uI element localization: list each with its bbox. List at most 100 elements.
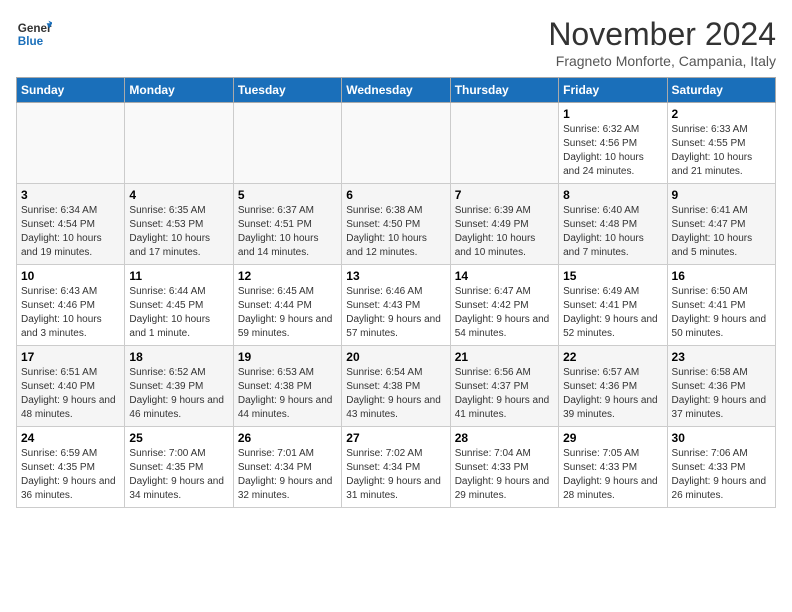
calendar-cell: 1 Sunrise: 6:32 AM Sunset: 4:56 PM Daylig… <box>559 103 667 184</box>
day-info: Sunrise: 6:47 AM Sunset: 4:42 PM Dayligh… <box>455 285 554 341</box>
day-info: Sunrise: 7:05 AM Sunset: 4:33 PM Dayligh… <box>563 447 662 503</box>
calendar-cell: 17Sunrise: 6:51 AM Sunset: 4:40 PM Dayli… <box>17 346 125 427</box>
calendar-cell: 29 Sunrise: 7:05 AM Sunset: 4:33 PM Dayli… <box>559 427 667 508</box>
calendar-cell <box>233 103 341 184</box>
calendar-cell: 10Sunrise: 6:43 AM Sunset: 4:46 PM Dayli… <box>17 265 125 346</box>
day-number: 12 <box>238 269 337 283</box>
location-title: Fragneto Monforte, Campania, Italy <box>548 53 776 69</box>
day-number: 16 <box>672 269 771 283</box>
calendar-cell: 19 Sunrise: 6:53 AM Sunset: 4:38 PM Dayli… <box>233 346 341 427</box>
day-info: Sunrise: 6:40 AM Sunset: 4:48 PM Dayligh… <box>563 204 662 260</box>
day-number: 19 <box>238 350 337 364</box>
day-info: Sunrise: 7:01 AM Sunset: 4:34 PM Dayligh… <box>238 447 337 503</box>
calendar-cell: 23Sunrise: 6:58 AM Sunset: 4:36 PM Dayli… <box>667 346 775 427</box>
calendar-cell: 15Sunrise: 6:49 AM Sunset: 4:41 PM Dayli… <box>559 265 667 346</box>
day-number: 26 <box>238 431 337 445</box>
day-number: 29 <box>563 431 662 445</box>
day-number: 11 <box>129 269 228 283</box>
calendar-week-2: 3 Sunrise: 6:34 AM Sunset: 4:54 PM Daylig… <box>17 184 776 265</box>
calendar-cell: 14 Sunrise: 6:47 AM Sunset: 4:42 PM Dayli… <box>450 265 558 346</box>
day-number: 23 <box>672 350 771 364</box>
day-info: Sunrise: 7:00 AM Sunset: 4:35 PM Dayligh… <box>129 447 228 503</box>
day-info: Sunrise: 6:54 AM Sunset: 4:38 PM Dayligh… <box>346 366 445 422</box>
calendar-cell: 5 Sunrise: 6:37 AM Sunset: 4:51 PM Daylig… <box>233 184 341 265</box>
month-title: November 2024 <box>548 16 776 53</box>
day-info: Sunrise: 6:52 AM Sunset: 4:39 PM Dayligh… <box>129 366 228 422</box>
calendar-week-5: 24 Sunrise: 6:59 AM Sunset: 4:35 PM Dayli… <box>17 427 776 508</box>
calendar-cell <box>125 103 233 184</box>
calendar-cell: 28Sunrise: 7:04 AM Sunset: 4:33 PM Dayli… <box>450 427 558 508</box>
calendar-cell: 9 Sunrise: 6:41 AM Sunset: 4:47 PM Daylig… <box>667 184 775 265</box>
title-area: November 2024 Fragneto Monforte, Campani… <box>548 16 776 69</box>
weekday-header-saturday: Saturday <box>667 78 775 103</box>
day-info: Sunrise: 6:35 AM Sunset: 4:53 PM Dayligh… <box>129 204 228 260</box>
calendar-cell: 30 Sunrise: 7:06 AM Sunset: 4:33 PM Dayli… <box>667 427 775 508</box>
day-info: Sunrise: 6:51 AM Sunset: 4:40 PM Dayligh… <box>21 366 120 422</box>
logo-icon: General Blue <box>16 16 52 52</box>
calendar-cell: 25 Sunrise: 7:00 AM Sunset: 4:35 PM Dayli… <box>125 427 233 508</box>
weekday-header-tuesday: Tuesday <box>233 78 341 103</box>
day-number: 3 <box>21 188 120 202</box>
calendar-cell: 27 Sunrise: 7:02 AM Sunset: 4:34 PM Dayli… <box>342 427 450 508</box>
day-info: Sunrise: 6:43 AM Sunset: 4:46 PM Dayligh… <box>21 285 120 341</box>
weekday-header-thursday: Thursday <box>450 78 558 103</box>
day-number: 21 <box>455 350 554 364</box>
day-number: 1 <box>563 107 662 121</box>
calendar-cell: 20 Sunrise: 6:54 AM Sunset: 4:38 PM Dayli… <box>342 346 450 427</box>
calendar-cell <box>17 103 125 184</box>
day-info: Sunrise: 7:02 AM Sunset: 4:34 PM Dayligh… <box>346 447 445 503</box>
day-number: 7 <box>455 188 554 202</box>
day-number: 22 <box>563 350 662 364</box>
day-number: 8 <box>563 188 662 202</box>
day-number: 27 <box>346 431 445 445</box>
calendar-cell <box>342 103 450 184</box>
calendar-cell: 11Sunrise: 6:44 AM Sunset: 4:45 PM Dayli… <box>125 265 233 346</box>
day-number: 18 <box>129 350 228 364</box>
calendar-cell: 24 Sunrise: 6:59 AM Sunset: 4:35 PM Dayli… <box>17 427 125 508</box>
day-number: 30 <box>672 431 771 445</box>
calendar-cell: 13 Sunrise: 6:46 AM Sunset: 4:43 PM Dayli… <box>342 265 450 346</box>
day-info: Sunrise: 6:56 AM Sunset: 4:37 PM Dayligh… <box>455 366 554 422</box>
calendar-cell: 4 Sunrise: 6:35 AM Sunset: 4:53 PM Daylig… <box>125 184 233 265</box>
day-number: 13 <box>346 269 445 283</box>
weekday-header-wednesday: Wednesday <box>342 78 450 103</box>
day-info: Sunrise: 6:50 AM Sunset: 4:41 PM Dayligh… <box>672 285 771 341</box>
calendar-cell: 18 Sunrise: 6:52 AM Sunset: 4:39 PM Dayli… <box>125 346 233 427</box>
day-number: 6 <box>346 188 445 202</box>
calendar-cell: 6 Sunrise: 6:38 AM Sunset: 4:50 PM Daylig… <box>342 184 450 265</box>
header: General Blue November 2024 Fragneto Monf… <box>16 16 776 69</box>
day-info: Sunrise: 7:06 AM Sunset: 4:33 PM Dayligh… <box>672 447 771 503</box>
calendar-cell: 12 Sunrise: 6:45 AM Sunset: 4:44 PM Dayli… <box>233 265 341 346</box>
day-number: 5 <box>238 188 337 202</box>
day-number: 14 <box>455 269 554 283</box>
day-info: Sunrise: 6:45 AM Sunset: 4:44 PM Dayligh… <box>238 285 337 341</box>
calendar-cell: 21 Sunrise: 6:56 AM Sunset: 4:37 PM Dayli… <box>450 346 558 427</box>
day-number: 28 <box>455 431 554 445</box>
day-info: Sunrise: 6:34 AM Sunset: 4:54 PM Dayligh… <box>21 204 120 260</box>
day-info: Sunrise: 6:53 AM Sunset: 4:38 PM Dayligh… <box>238 366 337 422</box>
day-info: Sunrise: 6:32 AM Sunset: 4:56 PM Dayligh… <box>563 123 662 179</box>
day-info: Sunrise: 6:39 AM Sunset: 4:49 PM Dayligh… <box>455 204 554 260</box>
day-number: 25 <box>129 431 228 445</box>
calendar-week-1: 1 Sunrise: 6:32 AM Sunset: 4:56 PM Daylig… <box>17 103 776 184</box>
calendar-cell <box>450 103 558 184</box>
calendar-cell: 8 Sunrise: 6:40 AM Sunset: 4:48 PM Daylig… <box>559 184 667 265</box>
day-info: Sunrise: 6:59 AM Sunset: 4:35 PM Dayligh… <box>21 447 120 503</box>
logo: General Blue <box>16 16 52 52</box>
day-number: 24 <box>21 431 120 445</box>
calendar-cell: 22 Sunrise: 6:57 AM Sunset: 4:36 PM Dayli… <box>559 346 667 427</box>
day-info: Sunrise: 6:37 AM Sunset: 4:51 PM Dayligh… <box>238 204 337 260</box>
calendar-cell: 16 Sunrise: 6:50 AM Sunset: 4:41 PM Dayli… <box>667 265 775 346</box>
day-info: Sunrise: 6:57 AM Sunset: 4:36 PM Dayligh… <box>563 366 662 422</box>
day-info: Sunrise: 6:33 AM Sunset: 4:55 PM Dayligh… <box>672 123 771 179</box>
day-number: 2 <box>672 107 771 121</box>
day-number: 9 <box>672 188 771 202</box>
day-number: 20 <box>346 350 445 364</box>
calendar-table: SundayMondayTuesdayWednesdayThursdayFrid… <box>16 77 776 508</box>
day-info: Sunrise: 6:38 AM Sunset: 4:50 PM Dayligh… <box>346 204 445 260</box>
weekday-header-sunday: Sunday <box>17 78 125 103</box>
day-info: Sunrise: 6:41 AM Sunset: 4:47 PM Dayligh… <box>672 204 771 260</box>
svg-text:Blue: Blue <box>18 35 44 48</box>
day-info: Sunrise: 6:46 AM Sunset: 4:43 PM Dayligh… <box>346 285 445 341</box>
day-number: 4 <box>129 188 228 202</box>
